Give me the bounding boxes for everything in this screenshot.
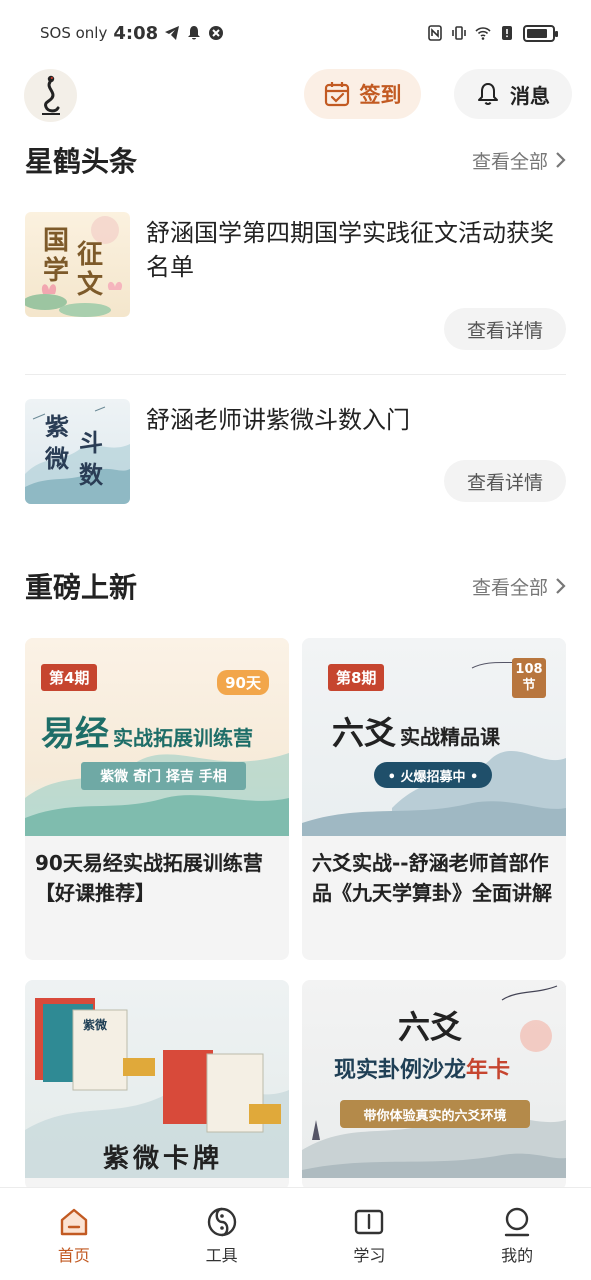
telegram-icon [165, 26, 180, 40]
course-cover-subline: 现实卦例沙龙 年卡 [334, 1052, 510, 1084]
chevron-right-icon [556, 578, 566, 594]
checkin-label: 签到 [359, 83, 402, 107]
see-all-label: 查看全部 [471, 576, 548, 599]
course-card[interactable]: 六爻 现实卦例沙龙 年卡 带你体验真实的六爻环境 [302, 980, 566, 1190]
course-card[interactable]: 第8期 108节 六爻 实战精品课 • 火爆招募中 • 六爻实战--舒涵老师首部… [302, 638, 566, 960]
cover-headline-big: 易经 [41, 714, 109, 754]
cover-headline-small: 实战精品课 [400, 725, 501, 749]
tab-label: 学习 [353, 1246, 386, 1265]
headlines-header: 星鹤头条 查看全部 [25, 140, 566, 180]
view-details-button[interactable]: 查看详情 [444, 308, 566, 350]
messages-button[interactable]: 消息 [454, 69, 572, 119]
course-cover: 第8期 108节 六爻 实战精品课 • 火爆招募中 • [302, 638, 566, 836]
cover-headline-small: 现实卦例沙龙 [334, 1057, 467, 1083]
top-header: 签到 消息 [0, 66, 591, 126]
nfc-icon [428, 25, 442, 41]
calendar-check-icon [324, 82, 349, 107]
bottom-tab-bar: 首页 工具 学习 我的 [0, 1187, 591, 1280]
course-cover-headline: 易经 实战拓展训练营 [41, 706, 253, 755]
news-thumbnail: 紫 微 斗 数 [25, 399, 130, 504]
headlines-see-all-link[interactable]: 查看全部 [472, 147, 566, 174]
book-icon [355, 1209, 384, 1235]
cover-ribbon: 紫微 奇门 择吉 手相 [81, 762, 246, 790]
tab-home[interactable]: 首页 [0, 1188, 148, 1280]
thumb-char: 紫 [45, 412, 69, 441]
course-corner-tag: 108节 [512, 658, 546, 698]
new-courses-header: 重磅上新 查看全部 [25, 566, 566, 606]
course-cover: 第4期 90天 易经 实战拓展训练营 紫微 奇门 择吉 手相 [25, 638, 289, 836]
thumb-char: 微 [45, 444, 69, 473]
cover-headline-accent: 年卡 [466, 1057, 511, 1083]
thumb-char: 学 [43, 256, 70, 286]
cover-ribbon: • 火爆招募中 • [374, 762, 492, 788]
course-cover-headline: 六爻 实战精品课 [332, 708, 500, 754]
deck-box-label: 紫微 [83, 1018, 108, 1032]
see-all-label: 查看全部 [471, 150, 548, 173]
checkin-button[interactable]: 签到 [304, 69, 421, 119]
crane-logo-icon [41, 75, 60, 115]
yinyang-icon [207, 1207, 236, 1237]
profile-icon [504, 1207, 530, 1237]
course-title: 六爻实战--舒涵老师首部作品《九天学算卦》全面讲解 [312, 851, 552, 905]
thumb-char: 数 [79, 460, 103, 489]
chevron-right-icon [556, 152, 566, 168]
tab-mine[interactable]: 我的 [443, 1188, 591, 1280]
tab-study[interactable]: 学习 [296, 1188, 444, 1280]
status-right [427, 24, 558, 42]
course-title: 90天易经实战拓展训练营【好课推荐】 [35, 851, 263, 905]
cover-headline-big: 六爻 [332, 714, 397, 752]
avatar[interactable] [24, 69, 77, 122]
course-card[interactable]: 紫微 紫微卡牌 [25, 980, 289, 1190]
thumb-char: 文 [77, 270, 104, 300]
carrier-text: SOS only [40, 24, 108, 42]
course-card[interactable]: 第4期 90天 易经 实战拓展训练营 紫微 奇门 择吉 手相 90天易经实战拓展… [25, 638, 289, 960]
news-title: 舒涵老师讲紫微斗数入门 [146, 406, 410, 434]
battery-icon [523, 24, 558, 42]
notification-bell-icon [188, 26, 201, 40]
status-bar: SOS only 4:08 [0, 0, 591, 66]
wifi-icon [475, 27, 491, 40]
course-cover: 六爻 现实卦例沙龙 年卡 带你体验真实的六爻环境 [302, 980, 566, 1178]
course-corner-tag: 90天 [217, 670, 269, 695]
tab-label: 首页 [57, 1246, 90, 1265]
thumb-char: 斗 [79, 428, 103, 457]
headlines-title: 星鹤头条 [25, 145, 138, 178]
vibrate-icon [452, 26, 466, 40]
cover-headline-big: 六爻 [398, 1008, 463, 1046]
bell-icon [478, 83, 498, 105]
view-details-button[interactable]: 查看详情 [444, 460, 566, 502]
news-thumbnail: 国 学 征 文 [25, 212, 130, 317]
tab-label: 我的 [501, 1246, 534, 1265]
cover-ribbon: 带你体验真实的六爻环境 [340, 1100, 530, 1128]
course-badge: 第4期 [41, 664, 98, 691]
news-item[interactable]: 紫 微 斗 数 舒涵老师讲紫微斗数入门 查看详情 [25, 399, 566, 509]
messages-label: 消息 [510, 83, 550, 108]
new-courses-title: 重磅上新 [25, 571, 138, 604]
signal-alert-icon [502, 26, 512, 40]
mountain-thumbnail-art [25, 406, 130, 504]
news-title: 舒涵国学第四期国学实践征文活动获奖名单 [146, 219, 554, 281]
cover-headline-small: 实战拓展训练营 [113, 726, 253, 750]
cover-caption: 紫微卡牌 [103, 1144, 224, 1174]
tab-tools[interactable]: 工具 [148, 1188, 296, 1280]
clock-time: 4:08 [113, 22, 159, 44]
course-cover: 紫微 紫微卡牌 [25, 980, 289, 1178]
status-left: SOS only 4:08 [40, 23, 224, 44]
course-badge: 第8期 [328, 664, 385, 691]
tab-label: 工具 [205, 1246, 238, 1265]
news-divider [25, 374, 566, 375]
new-courses-see-all-link[interactable]: 查看全部 [472, 573, 566, 600]
news-item[interactable]: 国 学 征 文 舒涵国学第四期国学实践征文活动获奖名单 查看详情 [25, 212, 566, 350]
shield-x-icon [209, 26, 224, 40]
home-icon [60, 1208, 88, 1236]
